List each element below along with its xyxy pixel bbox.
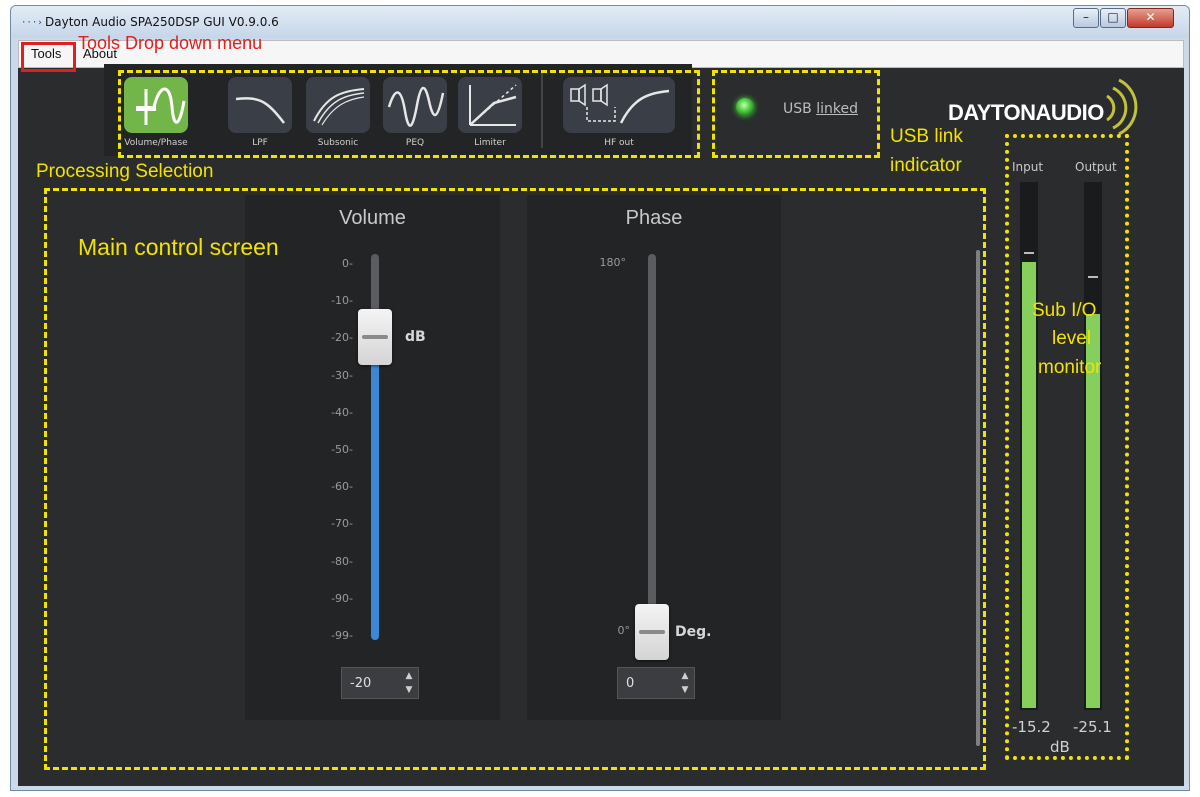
processing-selection-annotation: Processing Selection — [36, 161, 214, 182]
app-icon: ···› — [21, 18, 43, 28]
brand-logo: DAYTONAUDIO — [948, 100, 1104, 125]
tools-menu-annotation: Tools Drop down menu — [78, 33, 263, 53]
close-button[interactable]: ✕ — [1127, 8, 1174, 28]
usb-indicator-highlight — [712, 70, 880, 158]
processing-selection-highlight — [118, 70, 700, 158]
io-monitor-annotation-line3: monitor — [1038, 357, 1102, 378]
usb-indicator-annotation-line1: USB link — [890, 126, 963, 147]
main-control-annotation: Main control screen — [78, 234, 279, 260]
io-monitor-highlight — [1005, 134, 1129, 760]
io-monitor-annotation-line2: level — [1052, 328, 1092, 349]
usb-indicator-annotation-line2: indicator — [890, 155, 962, 176]
main-control-highlight — [44, 188, 986, 770]
tools-menu-highlight — [21, 42, 76, 72]
logo-sound-waves-icon — [1106, 78, 1138, 136]
maximize-button[interactable]: □ — [1100, 8, 1126, 28]
io-monitor-annotation-line1: Sub I/O — [1032, 300, 1097, 321]
minimize-button[interactable]: – — [1073, 8, 1099, 28]
window-title: Dayton Audio SPA250DSP GUI V0.9.0.6 — [45, 15, 279, 29]
